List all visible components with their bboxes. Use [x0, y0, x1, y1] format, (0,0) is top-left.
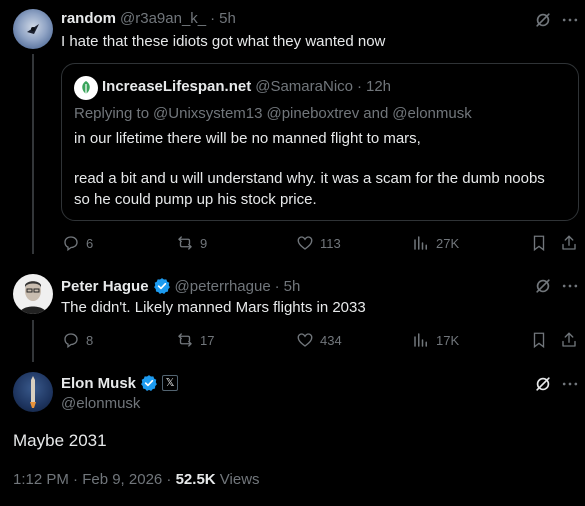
views-count: 17K: [436, 332, 460, 348]
share-button[interactable]: [560, 331, 578, 349]
like-count: 434: [320, 332, 342, 348]
share-icon: [562, 235, 576, 250]
repost-icon: [178, 333, 192, 347]
handle[interactable]: @peterrhague: [175, 278, 271, 295]
quote-text-line: read a bit and u will understand why. it…: [74, 170, 545, 187]
views-count: 52.5K: [175, 471, 216, 488]
tweet-text: I hate that these idiots got what they w…: [61, 33, 386, 50]
display-name[interactable]: Peter Hague: [61, 278, 149, 295]
separator: ·: [274, 277, 280, 295]
reply-button[interactable]: 6: [62, 234, 93, 252]
tweet-text: The didn't. Likely manned Mars flights i…: [61, 299, 366, 316]
avatar-elon-musk[interactable]: [13, 372, 53, 412]
views-icon: [414, 236, 427, 250]
handle[interactable]: @elonmusk: [61, 395, 140, 412]
mention[interactable]: @elonmusk: [392, 105, 471, 122]
thread-line: [32, 320, 34, 362]
more-icon[interactable]: [560, 276, 580, 301]
views-button[interactable]: 17K: [412, 331, 459, 349]
more-icon[interactable]: [560, 374, 580, 399]
like-button[interactable]: 434: [296, 331, 342, 349]
quote-handle[interactable]: @SamaraNico: [255, 78, 353, 95]
display-name[interactable]: random: [61, 10, 116, 27]
grok-icon[interactable]: [533, 374, 553, 399]
reply-icon: [64, 333, 78, 349]
replying-and: and: [363, 105, 389, 122]
repost-button[interactable]: 17: [176, 331, 214, 349]
views-icon: [414, 333, 427, 347]
avatar-art: [30, 376, 36, 408]
x-logo-icon: 𝕏: [165, 377, 175, 389]
timestamp[interactable]: 1:12 PM · Feb 9, 2026 ·: [13, 471, 176, 488]
more-icon[interactable]: [560, 10, 580, 35]
avatar-art: [19, 281, 47, 314]
leaf-logo-icon: [82, 81, 90, 94]
bookmark-button[interactable]: [530, 331, 548, 349]
views-button[interactable]: 27K: [412, 234, 459, 252]
avatar-peter-hague[interactable]: [13, 274, 53, 314]
share-icon: [562, 332, 576, 347]
thread-line: [32, 54, 34, 254]
timestamp[interactable]: 5h: [284, 278, 301, 295]
tweet-meta: 1:12 PM · Feb 9, 2026 · 52.5K Views: [13, 471, 260, 488]
replying-prefix: Replying to: [74, 105, 150, 122]
repost-icon: [178, 236, 192, 250]
reply-count: 8: [86, 332, 94, 348]
bookmark-icon: [533, 235, 545, 252]
like-button[interactable]: 113: [296, 234, 341, 252]
repost-count: 17: [200, 332, 215, 348]
repost-count: 9: [200, 235, 208, 251]
like-icon: [297, 333, 313, 347]
quote-display-name[interactable]: IncreaseLifespan.net: [102, 78, 251, 95]
mention[interactable]: @pineboxtrev: [266, 105, 359, 122]
repost-button[interactable]: 9: [176, 234, 207, 252]
bookmark-icon: [533, 332, 545, 349]
affiliate-badge[interactable]: 𝕏: [162, 375, 179, 391]
share-button[interactable]: [560, 234, 578, 252]
like-icon: [297, 236, 313, 250]
reply-icon: [64, 236, 78, 252]
reply-count: 6: [86, 235, 94, 251]
quote-timestamp[interactable]: 12h: [366, 78, 391, 95]
quote-card[interactable]: IncreaseLifespan.net @SamaraNico · 12h R…: [61, 63, 579, 221]
display-name[interactable]: Elon Musk: [61, 375, 136, 392]
timestamp[interactable]: 5h: [219, 10, 236, 27]
avatar-increaselifespan[interactable]: [74, 76, 98, 100]
grok-icon[interactable]: [533, 10, 553, 35]
quote-separator: ·: [357, 78, 362, 95]
verified-badge-icon: [141, 375, 157, 391]
views-count: 27K: [436, 235, 460, 251]
quote-text-line: so he could pump up his stock price.: [74, 191, 317, 208]
views-label: Views: [215, 471, 260, 488]
tweet-text: Maybe 2031: [13, 431, 107, 450]
mention[interactable]: @Unixsystem13: [153, 105, 262, 122]
handle[interactable]: @r3a9an_k_: [120, 10, 206, 27]
verified-badge-icon: [153, 278, 170, 294]
reply-button[interactable]: 8: [62, 331, 93, 349]
replying-to: Replying to @Unixsystem13 @pineboxtrev a…: [74, 105, 472, 122]
grok-icon[interactable]: [533, 276, 553, 301]
quote-text-line: in our lifetime there will be no manned …: [74, 130, 421, 147]
avatar-art: [27, 24, 39, 34]
avatar-random[interactable]: [13, 9, 53, 49]
like-count: 113: [320, 235, 341, 251]
separator: ·: [210, 10, 216, 27]
bookmark-button[interactable]: [530, 234, 548, 252]
